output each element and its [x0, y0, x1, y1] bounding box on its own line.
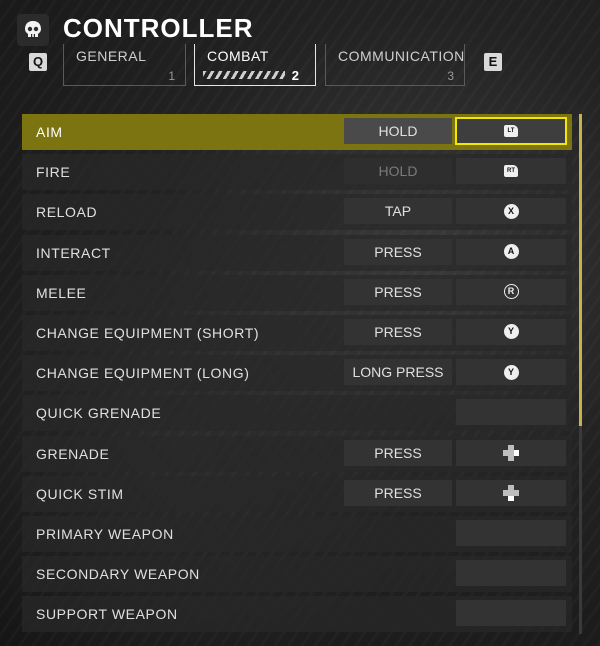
action-label: CHANGE EQUIPMENT (SHORT)	[36, 324, 260, 341]
binding-row-change-equipment-short[interactable]: CHANGE EQUIPMENT (SHORT) PRESS Y	[22, 314, 572, 351]
y-button-icon: Y	[503, 364, 519, 380]
prev-tab-key[interactable]: Q	[29, 53, 47, 71]
action-label: GRENADE	[36, 445, 110, 462]
button-binding-slot[interactable]	[456, 439, 566, 466]
binding-list: AIM HOLD LT FIRE HOLD RT RELOAD TAP X IN…	[22, 114, 572, 636]
tab-communication[interactable]: COMMUNICATION 3	[325, 44, 465, 86]
action-label: MELEE	[36, 284, 87, 301]
press-mode-selector[interactable]: PRESS	[344, 278, 452, 305]
action-label: PRIMARY WEAPON	[36, 525, 174, 542]
press-mode-selector[interactable]: PRESS	[344, 439, 452, 466]
button-binding-slot[interactable]: Y	[456, 359, 566, 386]
button-binding-slot[interactable]: Y	[456, 318, 566, 345]
skull-logo-icon	[17, 14, 49, 46]
button-binding-slot[interactable]	[456, 519, 566, 546]
next-tab-key[interactable]: E	[484, 53, 502, 71]
action-label: SECONDARY WEAPON	[36, 566, 200, 583]
binding-row-reload[interactable]: RELOAD TAP X	[22, 194, 572, 231]
a-button-icon: A	[503, 244, 519, 260]
tab-general[interactable]: GENERAL 1	[63, 44, 186, 86]
selected-tab-stripes	[203, 71, 285, 79]
x-button-icon: X	[503, 203, 519, 219]
button-binding-slot[interactable]	[456, 560, 566, 587]
binding-row-interact[interactable]: INTERACT PRESS A	[22, 234, 572, 271]
binding-row-melee[interactable]: MELEE PRESS R	[22, 274, 572, 311]
binding-row-change-equipment-long[interactable]: CHANGE EQUIPMENT (LONG) LONG PRESS Y	[22, 355, 572, 392]
binding-row-aim[interactable]: AIM HOLD LT	[22, 114, 572, 150]
button-binding-slot[interactable]	[456, 479, 566, 506]
action-label: INTERACT	[36, 244, 111, 261]
press-mode-selector[interactable]: PRESS	[344, 238, 452, 265]
action-label: AIM	[36, 124, 63, 140]
dpad-down-icon	[502, 484, 520, 502]
scrollbar-thumb[interactable]	[579, 114, 582, 426]
button-binding-slot[interactable]: LT	[455, 117, 567, 145]
binding-row-support-weapon[interactable]: SUPPORT WEAPON	[22, 596, 572, 633]
button-binding-slot[interactable]: R	[456, 278, 566, 305]
tab-number: 1	[168, 69, 175, 83]
tab-number: 2	[291, 68, 299, 83]
tab-label: COMMUNICATION	[338, 48, 465, 64]
action-label: CHANGE EQUIPMENT (LONG)	[36, 365, 250, 382]
action-label: QUICK STIM	[36, 485, 124, 502]
action-label: FIRE	[36, 164, 71, 181]
tab-label: COMBAT	[207, 48, 269, 64]
tab-label: GENERAL	[76, 48, 147, 64]
action-label: QUICK GRENADE	[36, 405, 162, 422]
binding-row-fire[interactable]: FIRE HOLD RT	[22, 154, 572, 191]
tab-number: 3	[447, 69, 454, 83]
right-trigger-icon: RT	[504, 165, 518, 178]
page-title: CONTROLLER	[63, 13, 254, 43]
press-mode-selector[interactable]: TAP	[344, 198, 452, 225]
button-binding-slot[interactable]: X	[456, 198, 566, 225]
left-trigger-icon: LT	[504, 125, 518, 137]
dpad-right-icon	[502, 444, 520, 462]
binding-row-quick-grenade[interactable]: QUICK GRENADE	[22, 395, 572, 432]
button-binding-slot[interactable]	[456, 399, 566, 426]
list-scrollbar[interactable]	[579, 114, 582, 634]
right-stick-icon: R	[503, 284, 519, 300]
binding-row-grenade[interactable]: GRENADE PRESS	[22, 435, 572, 472]
action-label: SUPPORT WEAPON	[36, 606, 178, 623]
button-binding-slot[interactable]	[456, 600, 566, 627]
binding-row-secondary-weapon[interactable]: SECONDARY WEAPON	[22, 556, 572, 593]
press-mode-selector: HOLD	[344, 158, 452, 185]
action-label: RELOAD	[36, 204, 98, 221]
tab-combat[interactable]: COMBAT 2	[194, 44, 316, 86]
press-mode-selector[interactable]: PRESS	[344, 318, 452, 345]
binding-row-quick-stim[interactable]: QUICK STIM PRESS	[22, 475, 572, 512]
press-mode-selector[interactable]: HOLD	[344, 118, 452, 144]
binding-row-primary-weapon[interactable]: PRIMARY WEAPON	[22, 515, 572, 552]
y-button-icon: Y	[503, 324, 519, 340]
press-mode-selector[interactable]: LONG PRESS	[344, 359, 452, 386]
button-binding-slot[interactable]: RT	[456, 158, 566, 185]
button-binding-slot[interactable]: A	[456, 238, 566, 265]
press-mode-selector[interactable]: PRESS	[344, 479, 452, 506]
